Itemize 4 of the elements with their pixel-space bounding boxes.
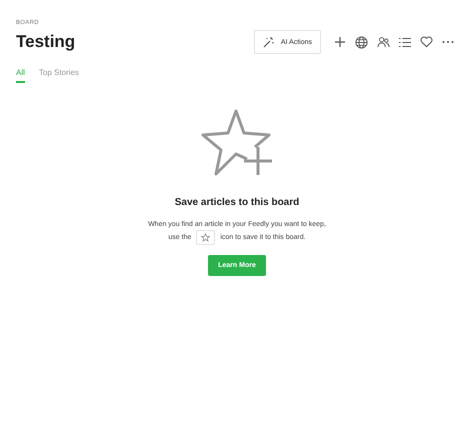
tab[interactable]: Top Stories	[38, 68, 79, 83]
tab[interactable]: All	[16, 68, 25, 83]
empty-heading: Save articles to this board	[174, 197, 300, 208]
board-title: Testing	[16, 32, 76, 52]
